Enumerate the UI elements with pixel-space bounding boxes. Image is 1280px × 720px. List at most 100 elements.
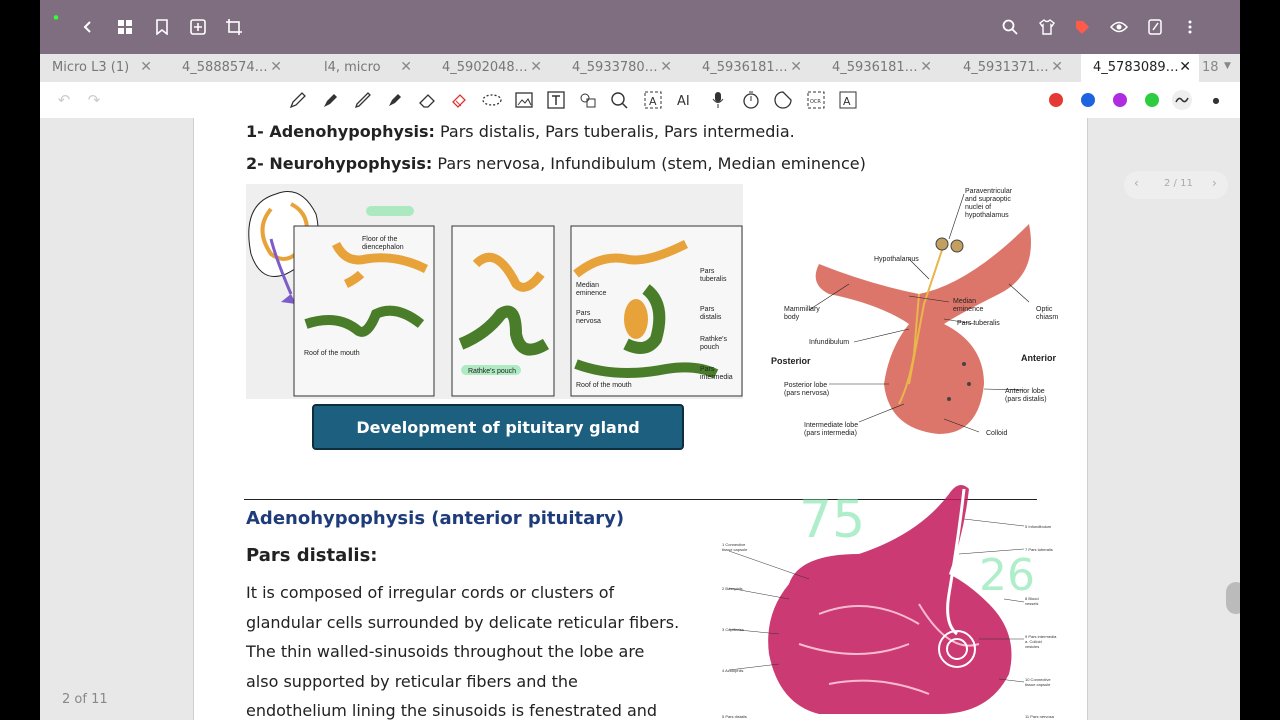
label-median: Median eminence: [576, 282, 607, 297]
tab-6[interactable]: 4_5936181… ✕: [820, 54, 940, 82]
paragraph-line: also supported by reticular fibers and t…: [246, 671, 578, 691]
close-icon[interactable]: ✕: [920, 59, 932, 75]
top-bar: ●: [40, 0, 1240, 54]
tab-5[interactable]: 4_5936181… ✕: [690, 54, 810, 82]
grid-icon[interactable]: [115, 17, 135, 37]
label-tuberalis: Pars tuberalis: [700, 268, 727, 283]
next-page-icon[interactable]: ›: [1212, 176, 1217, 190]
translate-icon[interactable]: A: [838, 90, 858, 110]
development-figure: Floor of the diencephalon Roof of the mo…: [246, 184, 743, 399]
eraser-icon[interactable]: [417, 90, 437, 110]
tab-label: 4_5888574…: [182, 60, 268, 75]
label-roof: Roof of the mouth: [304, 350, 360, 357]
tab-count[interactable]: 18: [1202, 60, 1219, 75]
back-icon[interactable]: [78, 17, 98, 37]
image-icon[interactable]: [514, 90, 534, 110]
ai-icon[interactable]: AI: [676, 90, 696, 110]
svg-text:A: A: [649, 95, 657, 108]
tab-0[interactable]: Micro L3 (1) ✕: [40, 54, 160, 82]
development-caption-banner: Development of pituitary gland: [312, 404, 684, 450]
label-anterior-lobe: Anterior lobe (pars distalis): [1005, 388, 1047, 403]
tab-7[interactable]: 4_5931371… ✕: [951, 54, 1071, 82]
paragraph-line: endothelium lining the sinusoids is fene…: [246, 701, 658, 720]
sticker-icon[interactable]: [773, 90, 793, 110]
color-purple-swatch[interactable]: [1113, 93, 1127, 107]
zoom-search-icon[interactable]: [610, 90, 630, 110]
tape-eraser-icon[interactable]: [450, 90, 470, 110]
label-optic-chiasm: Optic chiasm: [1036, 306, 1059, 321]
page-footer: 2 of 11: [62, 692, 108, 707]
tab-4[interactable]: 4_5933780… ✕: [560, 54, 680, 82]
tab-label: 4_5902048…: [442, 60, 528, 75]
timer-icon[interactable]: [741, 90, 761, 110]
eye-icon[interactable]: [1109, 17, 1129, 37]
scroll-handle[interactable]: [1226, 582, 1240, 614]
lasso-icon[interactable]: [482, 90, 502, 110]
histo-label-vessels: 8 Blood vessels: [1025, 596, 1039, 606]
ocr-icon[interactable]: OCR: [806, 90, 826, 110]
close-icon[interactable]: ✕: [660, 59, 672, 75]
close-icon[interactable]: ✕: [1051, 59, 1063, 75]
close-icon[interactable]: ✕: [530, 59, 542, 75]
text-box-icon[interactable]: [546, 90, 566, 110]
tab-strip: Micro L3 (1) ✕ 4_5888574… ✕ l4, micro ✕ 4_5…: [40, 54, 1240, 82]
histo-label-2: 2 Basophils: [722, 586, 743, 591]
highlighter-icon[interactable]: [385, 90, 405, 110]
close-icon[interactable]: ✕: [400, 59, 412, 75]
chevron-down-icon[interactable]: ▼: [1224, 61, 1231, 71]
search-icon[interactable]: [1000, 17, 1020, 37]
app-window: ● Micro L3 (1) ✕ 4_5888574… ✕ l4, micro …: [40, 0, 1240, 720]
stroke-style-icon[interactable]: [1172, 90, 1192, 110]
tag-icon[interactable]: [1072, 17, 1092, 37]
text-recognition-icon[interactable]: A: [643, 90, 663, 110]
subheading-pars-distalis: Pars distalis:: [246, 545, 378, 566]
page-navigator: ‹ 2 / 11 ›: [1124, 171, 1228, 199]
label-intermediate-lobe: Intermediate lobe (pars intermedia): [804, 422, 859, 437]
tab-active[interactable]: 4_5783089… ✕: [1081, 54, 1199, 82]
bookmark-icon[interactable]: [152, 17, 172, 37]
undo-icon[interactable]: ↶: [54, 90, 74, 110]
color-red-swatch[interactable]: [1049, 93, 1063, 107]
svg-text:A: A: [843, 95, 851, 108]
label-intermedia: Pars intermedia: [700, 366, 733, 381]
fountain-pen-icon[interactable]: [321, 90, 341, 110]
shirt-icon[interactable]: [1037, 17, 1057, 37]
crop-icon[interactable]: [224, 17, 244, 37]
label-roof-2: Roof of the mouth: [576, 382, 632, 389]
close-icon[interactable]: ✕: [1179, 59, 1191, 75]
paragraph-line: It is composed of irregular cords or clu…: [246, 583, 615, 602]
shapes-icon[interactable]: [578, 90, 598, 110]
tab-label: 4_5933780…: [572, 60, 658, 75]
close-icon[interactable]: ✕: [140, 59, 152, 75]
handwritten-note-1: 75: [799, 490, 866, 550]
stroke-size-icon[interactable]: ●: [1206, 90, 1226, 110]
tab-2[interactable]: l4, micro ✕: [312, 54, 420, 82]
histo-label-infundibulum: 5 Infundibulum: [1025, 524, 1052, 529]
prev-page-icon[interactable]: ‹: [1134, 176, 1139, 190]
pencil-icon[interactable]: [353, 90, 373, 110]
add-page-icon[interactable]: [188, 17, 208, 37]
label-mammillary: Mammillary body: [784, 306, 820, 321]
more-vert-icon[interactable]: [1180, 17, 1200, 37]
histo-label-3: 3 Capillaries: [722, 627, 745, 632]
color-blue-swatch[interactable]: [1081, 93, 1095, 107]
line-adenohypophysis: 1- Adenohypophysis: Pars distalis, Pars …: [246, 122, 795, 141]
pen-icon[interactable]: [288, 90, 308, 110]
document-edit-icon[interactable]: [1145, 17, 1165, 37]
label-posterior-lobe: Posterior lobe (pars nervosa): [784, 382, 830, 397]
label-rathke: Rathke's pouch: [468, 368, 517, 375]
close-icon[interactable]: ✕: [790, 59, 802, 75]
tab-1[interactable]: 4_5888574… ✕: [170, 54, 290, 82]
tab-3[interactable]: 4_5902048… ✕: [430, 54, 550, 82]
section-heading: Adenohypophysis (anterior pituitary): [246, 508, 625, 529]
tab-label: l4, micro: [324, 60, 381, 75]
histo-label-intermedia: 9 Pars intermedia a. Colloid vesicles: [1025, 634, 1057, 649]
color-green-swatch[interactable]: [1145, 93, 1159, 107]
microphone-icon[interactable]: [708, 90, 728, 110]
pituitary-gland-diagram: Paraventricular and supraoptic nuclei of…: [769, 184, 1069, 444]
close-icon[interactable]: ✕: [270, 59, 282, 75]
tab-label: 4_5936181…: [702, 60, 788, 75]
handwritten-note-2: 26: [979, 550, 1035, 601]
histo-label-capsule: 10 Connective tissue capsule: [1025, 677, 1051, 687]
redo-icon[interactable]: ↷: [84, 90, 104, 110]
